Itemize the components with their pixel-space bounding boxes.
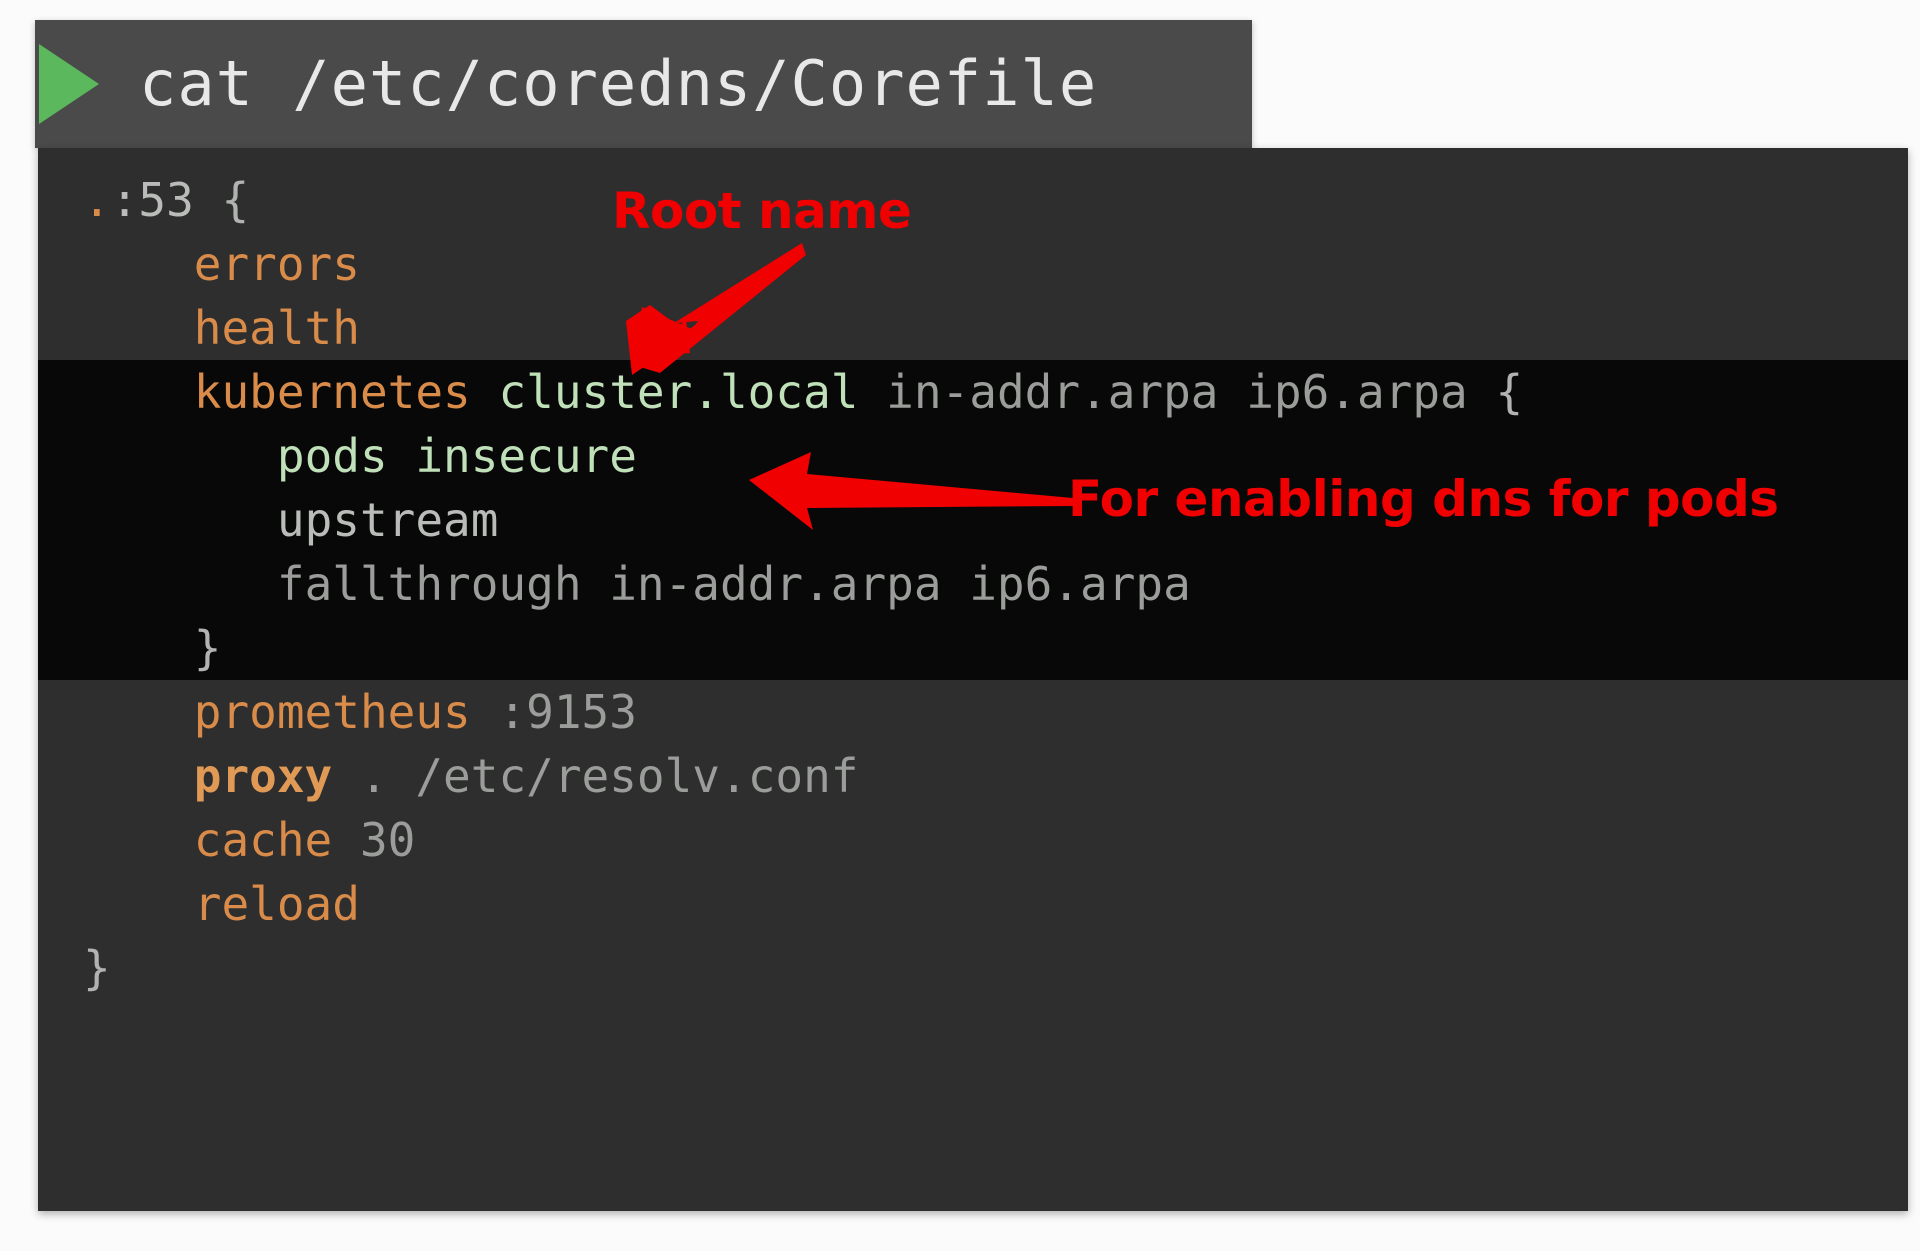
- code-token: cluster.local: [498, 365, 859, 419]
- code-token: .: [83, 173, 111, 227]
- code-token: :53: [110, 173, 222, 227]
- corefile-content: .:53 { errors health kubernetes cluster.…: [38, 148, 1908, 1000]
- code-token: errors: [193, 237, 360, 291]
- code-token: }: [83, 941, 111, 995]
- code-token: fallthrough in-addr.arpa ip6.arpa: [276, 557, 1191, 611]
- code-token: prometheus: [193, 685, 471, 739]
- code-token: proxy: [193, 749, 333, 803]
- code-token: kubernetes: [193, 365, 471, 419]
- line-fallthrough: fallthrough in-addr.arpa ip6.arpa: [38, 552, 1908, 616]
- line-prometheus: prometheus :9153: [38, 680, 1908, 744]
- terminal-command-bar: cat /etc/coredns/Corefile: [35, 20, 1252, 148]
- code-token: . /etc/resolv.conf: [359, 749, 859, 803]
- code-token: reload: [193, 877, 360, 931]
- line-cache: cache 30: [38, 808, 1908, 872]
- line-health: health: [38, 296, 1908, 360]
- terminal-output-panel[interactable]: .:53 { errors health kubernetes cluster.…: [38, 148, 1908, 1211]
- line-kubernetes: kubernetes cluster.local in-addr.arpa ip…: [38, 360, 1908, 424]
- code-token: {: [1495, 365, 1524, 419]
- line-reload: reload: [38, 872, 1908, 936]
- line-proxy: proxy . /etc/resolv.conf: [38, 744, 1908, 808]
- code-token: :9153: [498, 685, 637, 739]
- line-k8s-close: }: [38, 616, 1908, 680]
- code-token: }: [193, 621, 222, 675]
- play-triangle-icon: [39, 44, 99, 124]
- code-token: cache: [193, 813, 333, 867]
- code-token: in-addr.arpa ip6.arpa: [886, 365, 1496, 419]
- terminal-command-text: cat /etc/coredns/Corefile: [139, 47, 1098, 120]
- line-root-open: .:53 {: [38, 168, 1908, 232]
- annotation-pods-insecure: For enabling dns for pods: [1068, 470, 1779, 528]
- code-token: 30: [359, 813, 416, 867]
- code-token: pods insecure: [276, 429, 637, 483]
- line-errors: errors: [38, 232, 1908, 296]
- annotation-root-name: Root name: [612, 182, 912, 240]
- code-token: {: [221, 173, 250, 227]
- code-token: upstream: [276, 493, 499, 547]
- screenshot-stage: cat /etc/coredns/Corefile .:53 { errors …: [0, 0, 1920, 1251]
- code-token: health: [193, 301, 360, 355]
- line-root-close: }: [38, 936, 1908, 1000]
